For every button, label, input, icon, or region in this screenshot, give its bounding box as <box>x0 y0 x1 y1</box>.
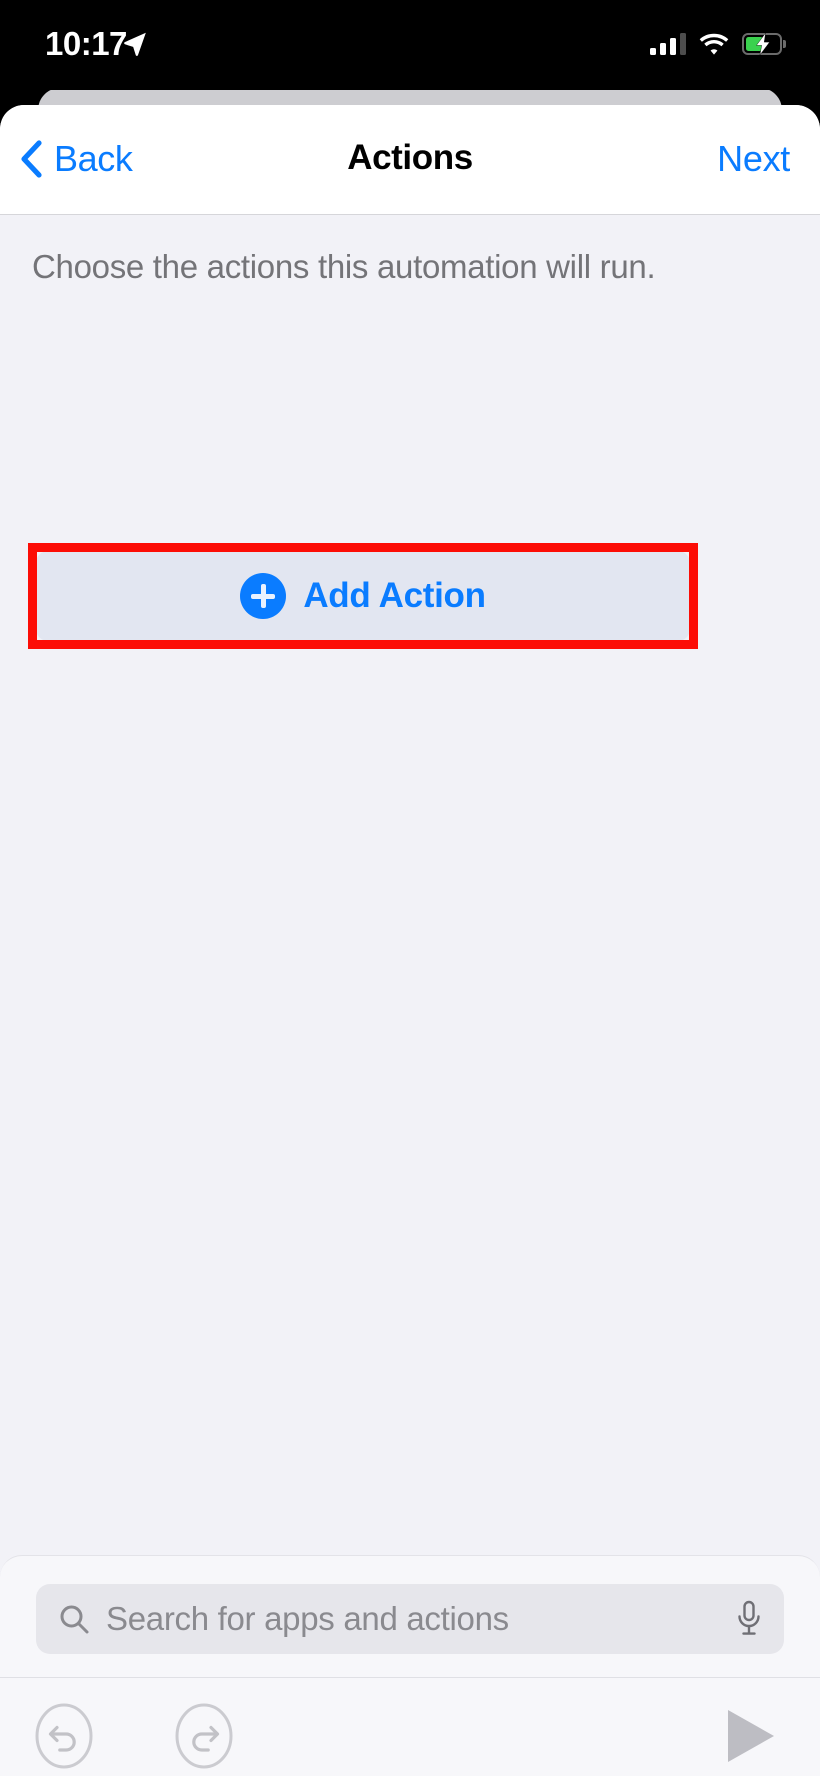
search-placeholder: Search for apps and actions <box>106 1600 509 1637</box>
wifi-icon <box>699 33 729 55</box>
next-button[interactable]: Next <box>717 135 790 183</box>
instruction-text: Choose the actions this automation will … <box>32 248 656 285</box>
search-input[interactable]: Search for apps and actions <box>36 1584 784 1654</box>
status-bar: 10:17 <box>0 0 820 90</box>
page-title: Actions <box>347 138 473 177</box>
actions-sheet: Back Actions Next Choose the actions thi… <box>0 105 820 1776</box>
navigation-bar: Back Actions Next <box>0 105 820 215</box>
play-icon[interactable] <box>720 1706 780 1766</box>
status-bar-indicators <box>650 28 786 60</box>
content-area: Choose the actions this automation will … <box>0 215 820 1776</box>
editor-toolbar <box>0 1677 820 1776</box>
status-bar-time: 10:17 <box>45 25 127 62</box>
location-arrow-icon <box>124 32 146 56</box>
search-icon <box>60 1605 89 1634</box>
plus-circle-icon <box>240 573 287 619</box>
search-section: Search for apps and actions <box>0 1555 820 1677</box>
microphone-icon[interactable] <box>736 1600 762 1638</box>
add-action-label: Add Action <box>303 576 486 615</box>
redo-icon[interactable] <box>168 1700 240 1772</box>
undo-icon[interactable] <box>28 1700 100 1772</box>
cellular-signal-icon <box>650 33 686 55</box>
battery-charging-icon <box>742 33 786 55</box>
iphone-screen: 10:17 Back Actions Next Choose the actio… <box>0 0 820 1776</box>
add-action-button[interactable]: Add Action <box>36 551 690 641</box>
